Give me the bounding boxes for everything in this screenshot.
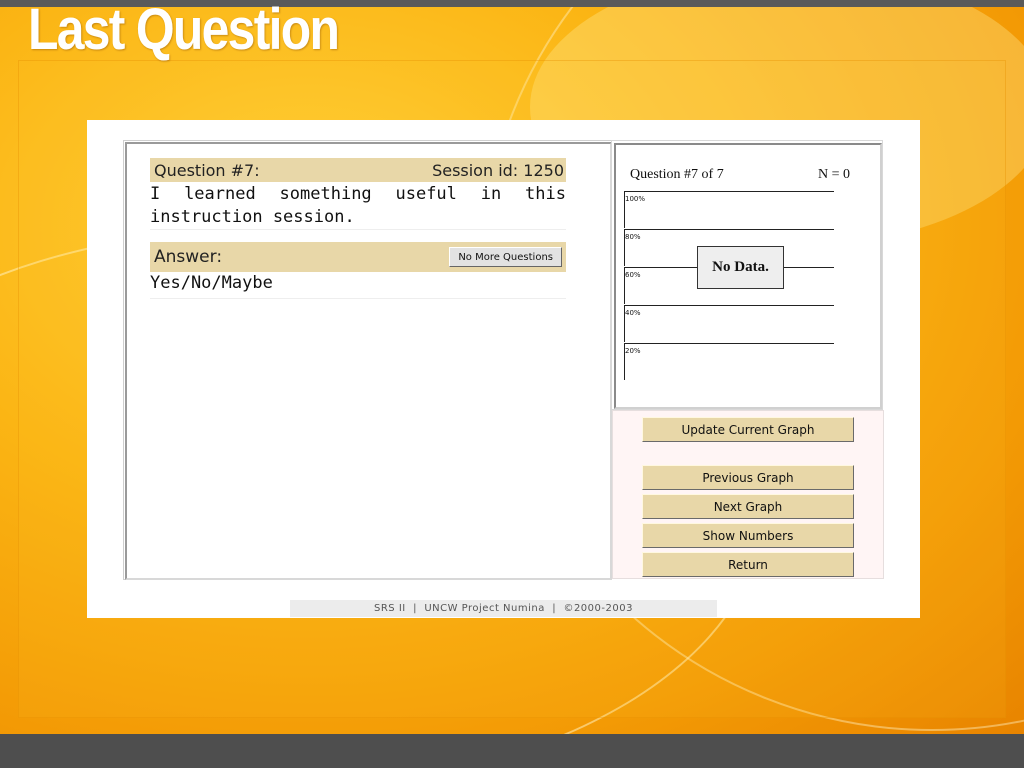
question-text: I learned something useful in this instr… xyxy=(150,183,566,230)
tick-label-20: 20% xyxy=(625,347,641,355)
question-panel: Question #7: Session id: 1250 I learned … xyxy=(125,142,612,580)
grid-line-100 xyxy=(624,191,834,192)
no-more-questions-button[interactable]: No More Questions xyxy=(449,247,562,267)
tick-label-40: 40% xyxy=(625,309,641,317)
graph-panel: Question #7 of 7 N = 0 100% 80% 60% 40% … xyxy=(614,143,882,409)
tick-label-100: 100% xyxy=(625,195,646,203)
previous-graph-button[interactable]: Previous Graph xyxy=(642,465,854,490)
footer-text: SRS II | UNCW Project Numina | ©2000-200… xyxy=(374,603,633,614)
answer-label: Answer: xyxy=(154,247,223,267)
session-id: Session id: 1250 xyxy=(432,160,564,180)
question-number: Question #7: xyxy=(154,160,260,180)
graph-title: Question #7 of 7 xyxy=(630,167,724,182)
tick-label-60: 60% xyxy=(625,271,641,279)
grid-line-20 xyxy=(624,343,834,344)
show-numbers-button[interactable]: Show Numbers xyxy=(642,523,854,548)
return-button[interactable]: Return xyxy=(642,552,854,577)
no-data-box: No Data. xyxy=(697,246,784,289)
answer-options: Yes/No/Maybe xyxy=(150,273,566,299)
answer-header: Answer: No More Questions xyxy=(150,242,566,272)
graph-controls: Update Current Graph Previous Graph Next… xyxy=(612,410,884,579)
next-graph-button[interactable]: Next Graph xyxy=(642,494,854,519)
tick-label-80: 80% xyxy=(625,233,641,241)
grid-line-40 xyxy=(624,305,834,306)
question-header: Question #7: Session id: 1250 xyxy=(150,158,566,182)
slide-title: Last Question xyxy=(28,0,340,62)
graph-header: Question #7 of 7 N = 0 xyxy=(630,167,850,183)
graph-n-count: N = 0 xyxy=(817,167,850,182)
footer: SRS II | UNCW Project Numina | ©2000-200… xyxy=(290,600,717,617)
grid-line-80 xyxy=(624,229,834,230)
app-screenshot: Question #7: Session id: 1250 I learned … xyxy=(87,120,920,618)
bottom-strip xyxy=(0,734,1024,768)
update-graph-button[interactable]: Update Current Graph xyxy=(642,417,854,442)
